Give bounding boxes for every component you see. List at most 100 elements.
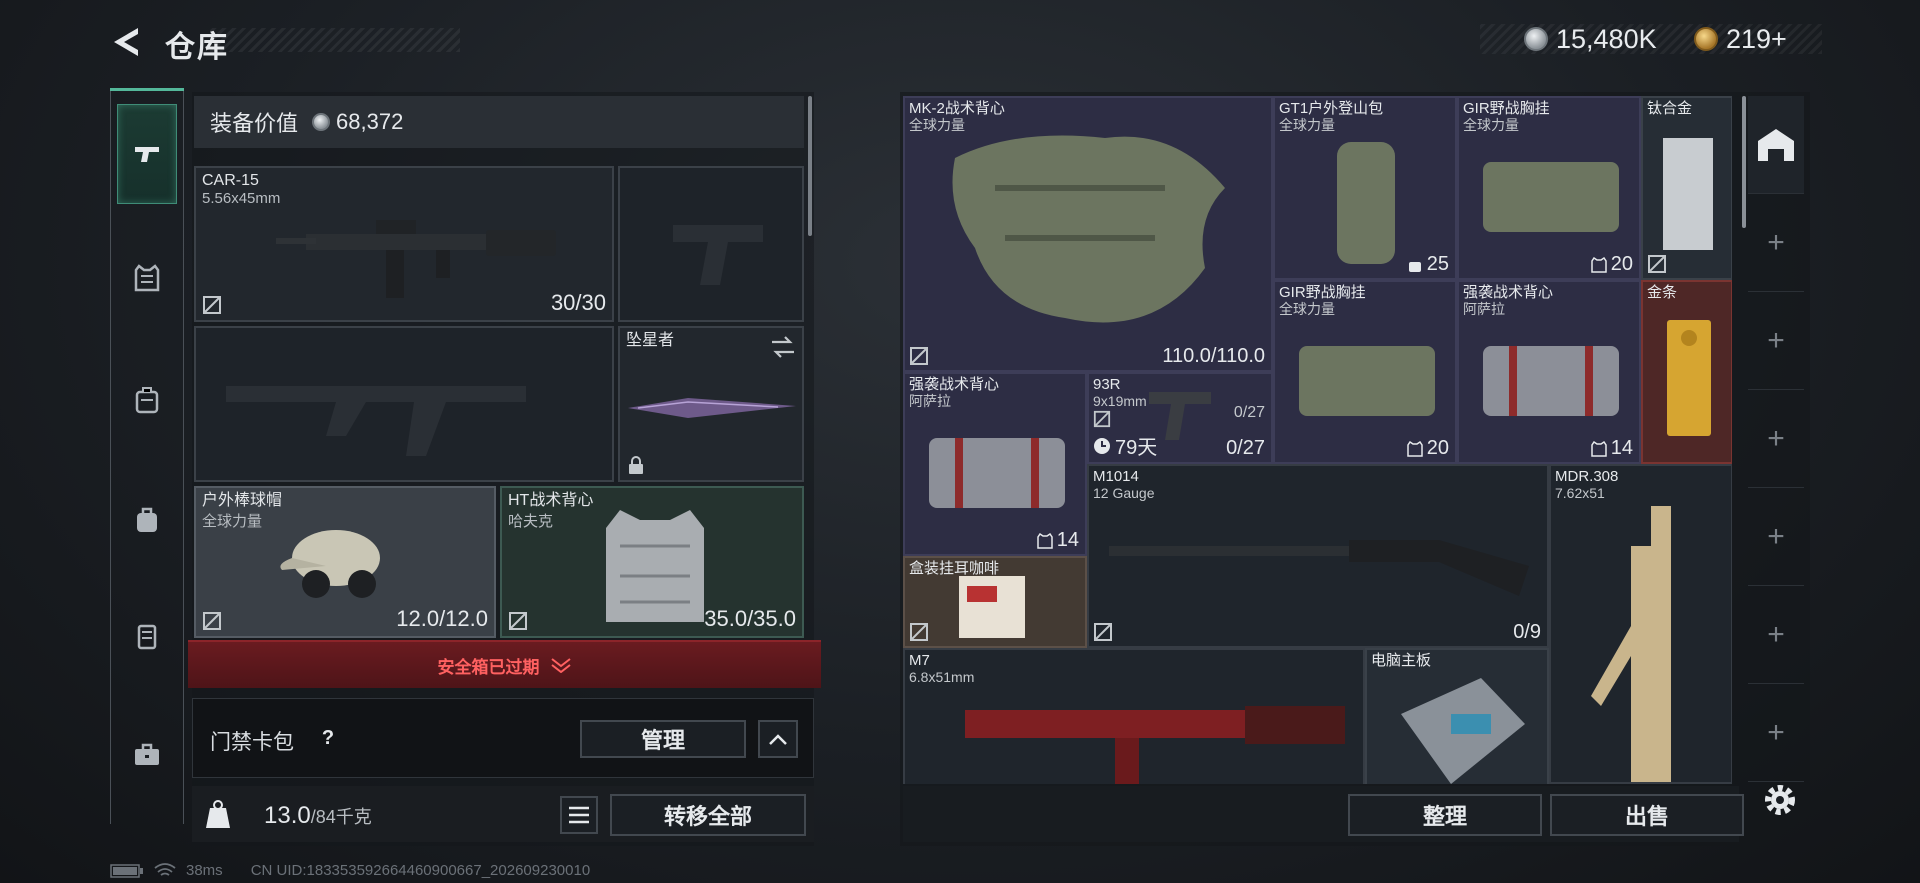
equipment-value-label: 装备价值 — [210, 111, 299, 136]
item-capacity: 14 — [1056, 529, 1079, 551]
storage-item-gir-rig-2[interactable]: GIR野战胸挂 全球力量 20 — [1273, 280, 1457, 464]
add-storage-page-button[interactable]: + — [1748, 586, 1804, 684]
sell-button[interactable]: 出售 — [1550, 794, 1744, 836]
item-name: 93R — [1093, 376, 1121, 393]
backpack-item-icon — [1337, 142, 1395, 264]
no-insure-icon — [509, 612, 527, 630]
primary-weapon-slot[interactable]: CAR-15 5.56x45mm 30/30 — [194, 166, 614, 322]
slot-faction: 哈夫克 — [508, 513, 554, 530]
rifle-icon — [276, 220, 556, 298]
no-insure-icon — [910, 347, 928, 365]
armor-slot[interactable]: HT战术背心 哈夫克 35.0/35.0 — [500, 486, 804, 638]
item-name: M7 — [909, 652, 930, 669]
item-faction: 全球力量 — [1463, 117, 1519, 133]
pistol-slot[interactable] — [618, 166, 804, 322]
item-caliber: 12 Gauge — [1093, 485, 1155, 501]
gold-coin-icon — [1694, 27, 1718, 51]
storage-item-gold-bar[interactable]: 金条 — [1641, 280, 1732, 464]
title-stripe — [210, 28, 460, 52]
tab-case[interactable] — [117, 586, 177, 686]
back-button[interactable] — [108, 22, 148, 62]
storage-item-gt1-backpack[interactable]: GT1户外登山包 全球力量 25 — [1273, 96, 1457, 280]
gear-icon[interactable] — [1760, 780, 1800, 820]
no-insure-icon — [910, 623, 928, 641]
storage-item-assault-vest-2[interactable]: 强袭战术背心 阿萨拉 14 — [903, 372, 1087, 556]
item-name: GT1户外登山包 — [1279, 100, 1384, 117]
item-faction: 阿萨拉 — [1463, 301, 1505, 317]
silver-coin-icon — [312, 113, 331, 131]
collapse-button[interactable] — [758, 720, 798, 758]
silver-amount: 15,480K — [1556, 23, 1657, 54]
helmet-slot[interactable]: 户外棒球帽 全球力量 12.0/12.0 — [194, 486, 496, 638]
item-name: 钛合金 — [1647, 100, 1693, 117]
case-icon — [137, 624, 157, 650]
shotgun-icon — [1109, 540, 1529, 596]
add-storage-page-button[interactable]: + — [1748, 292, 1804, 390]
page-title: 仓库 — [165, 31, 229, 64]
tab-vest[interactable] — [117, 228, 177, 328]
chevron-down-icon — [550, 658, 571, 673]
storage-page-column: + + + + + + — [1748, 96, 1804, 792]
expiry-days: 79天 — [1115, 437, 1158, 459]
help-icon[interactable]: ? — [314, 724, 342, 752]
storage-scrollbar[interactable] — [1742, 96, 1746, 228]
gold-amount: 219+ — [1726, 23, 1787, 54]
ammo-small: 0/27 — [1233, 404, 1265, 421]
storage-item-m1014[interactable]: M1014 12 Gauge 0/9 — [1087, 464, 1549, 648]
storage-item-93r[interactable]: 93R 9x19mm 0/27 79天 0/27 — [1087, 372, 1273, 464]
storage-item-mdr308[interactable]: MDR.308 7.62x51 — [1549, 464, 1732, 784]
manage-button[interactable]: 管理 — [580, 720, 746, 758]
tab-weapons[interactable] — [117, 104, 177, 204]
add-storage-page-button[interactable]: + — [1748, 488, 1804, 586]
storage-item-titanium[interactable]: 钛合金 — [1641, 96, 1732, 280]
slot-caliber: 5.56x45mm — [202, 190, 281, 207]
vest-mini-icon — [1591, 440, 1607, 457]
item-name: GIR野战胸挂 — [1279, 284, 1366, 301]
gold-currency[interactable]: 219+ — [1694, 22, 1787, 56]
swap-icon[interactable] — [770, 336, 796, 358]
motherboard-icon — [1401, 678, 1525, 784]
vest-item-icon — [606, 510, 704, 622]
capacity: 20 — [1407, 437, 1449, 460]
add-storage-page-button[interactable]: + — [1748, 390, 1804, 488]
storage-item-m7[interactable]: M7 6.8x51mm — [903, 648, 1365, 784]
back-arrow-icon — [114, 28, 138, 56]
safe-box-expired-bar[interactable]: 安全箱已过期 — [188, 640, 821, 688]
titanium-ingot-icon — [1663, 138, 1713, 250]
expiry: 79天 — [1093, 431, 1157, 460]
backpack-icon — [137, 507, 157, 532]
chest-rig-icon — [135, 387, 159, 414]
capacity: 25 — [1407, 253, 1449, 276]
sort-button[interactable]: 整理 — [1348, 794, 1542, 836]
list-view-button[interactable] — [560, 796, 598, 834]
tab-toolbox[interactable] — [117, 704, 177, 804]
item-faction: 全球力量 — [1279, 301, 1335, 317]
melee-slot[interactable]: 坠星者 — [618, 326, 804, 482]
weight-readout: 13.0/84千克 — [264, 802, 372, 830]
add-storage-page-button[interactable]: + — [1748, 194, 1804, 292]
tab-backpack[interactable] — [117, 470, 177, 570]
storage-item-mk2-vest[interactable]: MK-2战术背心 全球力量 110.0/110.0 — [903, 96, 1273, 372]
storage-page-main[interactable] — [1748, 96, 1804, 194]
capacity: 14 — [1037, 529, 1079, 552]
item-name: 强袭战术背心 — [1463, 284, 1554, 301]
transfer-all-button[interactable]: 转移全部 — [610, 794, 806, 836]
tab-rig[interactable] — [117, 350, 177, 450]
clock-icon — [1094, 437, 1110, 454]
slot-name: HT战术背心 — [508, 492, 594, 509]
card-pack-label: 门禁卡包 — [210, 731, 294, 754]
vest-item-icon — [929, 438, 1065, 508]
equipment-scrollbar[interactable] — [808, 96, 812, 236]
no-insure-icon — [203, 296, 221, 314]
status-footer: 38ms CN UID:18335359266446090066​7_20260… — [110, 862, 590, 879]
vest-mini-icon — [1591, 256, 1607, 273]
storage-item-coffee[interactable]: 盒装挂耳咖啡 — [903, 556, 1087, 648]
storage-item-motherboard[interactable]: 电脑主板 — [1365, 648, 1549, 784]
item-name: 强袭战术背心 — [909, 376, 1000, 393]
warehouse-icon — [1758, 128, 1794, 161]
slot-name: 户外棒球帽 — [202, 492, 283, 509]
add-storage-page-button[interactable]: + — [1748, 684, 1804, 782]
storage-item-gir-rig-1[interactable]: GIR野战胸挂 全球力量 20 — [1457, 96, 1641, 280]
secondary-weapon-slot[interactable] — [194, 326, 614, 482]
storage-item-assault-vest-1[interactable]: 强袭战术背心 阿萨拉 14 — [1457, 280, 1641, 464]
